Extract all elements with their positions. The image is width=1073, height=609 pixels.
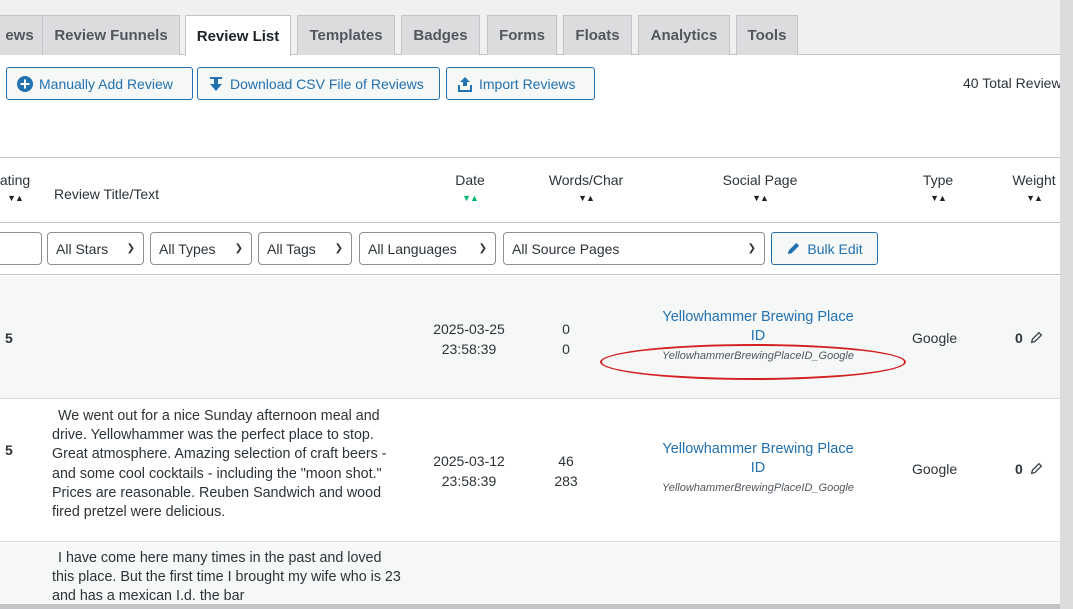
row-char-count: 283 xyxy=(554,473,578,489)
types-filter-value: All Types xyxy=(159,240,216,257)
column-rating-label: ating xyxy=(0,172,31,188)
vertical-scrollbar[interactable] xyxy=(1060,0,1073,609)
tab-review-funnels[interactable]: Review Funnels xyxy=(42,15,180,55)
rating-filter-input[interactable] xyxy=(0,232,42,265)
table-row[interactable]: 5 2025-03-25 23:58:39 0 0 Yellowhammer B… xyxy=(0,276,1060,399)
column-type[interactable]: Type ▼▲ xyxy=(915,172,961,203)
table-row[interactable]: 5 We went out for a nice Sunday afternoo… xyxy=(0,399,1060,542)
chevron-down-icon: ❯ xyxy=(747,243,756,254)
row-date-day: 2025-03-25 xyxy=(433,321,505,337)
import-reviews-label: Import Reviews xyxy=(479,75,576,92)
sort-arrows-active-icon: ▼▲ xyxy=(462,193,479,203)
row-date: 2025-03-25 23:58:39 xyxy=(424,319,514,359)
row-word-count: 46 xyxy=(558,453,574,469)
stars-filter-value: All Stars xyxy=(56,240,109,257)
tags-filter-select[interactable]: All Tags ❯ xyxy=(258,232,352,265)
tab-review-list[interactable]: Review List xyxy=(185,15,291,56)
row-weight-value: 0 xyxy=(1015,330,1023,346)
column-social[interactable]: Social Page ▼▲ xyxy=(700,172,820,203)
filter-row: All Stars ❯ All Types ❯ All Tags ❯ All Lang… xyxy=(0,223,1060,275)
stars-filter-select[interactable]: All Stars ❯ xyxy=(47,232,144,265)
row-weight-value: 0 xyxy=(1015,461,1023,477)
sort-arrows-icon: ▼▲ xyxy=(578,193,595,203)
bulk-edit-button[interactable]: Bulk Edit xyxy=(771,232,878,265)
download-csv-button[interactable]: Download CSV File of Reviews xyxy=(197,67,440,100)
social-page-link[interactable]: Yellowhammer Brewing Place ID xyxy=(640,440,876,478)
tab-reviews[interactable]: ews xyxy=(0,15,43,55)
sort-arrows-icon: ▼▲ xyxy=(752,193,769,203)
manually-add-review-label: Manually Add Review xyxy=(39,75,173,92)
manually-add-review-button[interactable]: Manually Add Review xyxy=(6,67,193,100)
sort-arrows-icon: ▼▲ xyxy=(1026,193,1043,203)
table-row[interactable]: I have come here many times in the past … xyxy=(0,543,1060,604)
chevron-down-icon: ❯ xyxy=(234,243,243,254)
column-weight[interactable]: Weight ▼▲ xyxy=(1006,172,1060,203)
tags-filter-value: All Tags xyxy=(267,240,316,257)
upload-icon xyxy=(457,76,473,92)
download-icon xyxy=(208,76,224,92)
social-page-id: YellowhammerBrewingPlaceID_Google xyxy=(662,482,854,494)
row-words: 0 0 xyxy=(546,319,586,359)
row-type: Google xyxy=(912,461,958,477)
source-pages-filter-value: All Source Pages xyxy=(512,240,620,257)
row-review-text: We went out for a nice Sunday afternoon … xyxy=(52,408,387,521)
row-date: 2025-03-12 23:58:39 xyxy=(424,451,514,491)
chevron-down-icon: ❯ xyxy=(334,243,343,254)
row-words: 46 283 xyxy=(546,451,586,491)
import-reviews-button[interactable]: Import Reviews xyxy=(446,67,595,100)
sort-arrows-icon: ▼▲ xyxy=(930,193,947,203)
tab-forms[interactable]: Forms xyxy=(487,15,557,55)
download-csv-label: Download CSV File of Reviews xyxy=(230,75,424,92)
source-pages-filter-select[interactable]: All Source Pages ❯ xyxy=(503,232,765,265)
tab-analytics[interactable]: Analytics xyxy=(638,15,730,55)
column-words[interactable]: Words/Char ▼▲ xyxy=(536,172,636,203)
column-type-label: Type xyxy=(922,172,954,188)
sort-arrows-icon: ▼▲ xyxy=(7,193,24,203)
column-rating[interactable]: ating ▼▲ xyxy=(0,172,32,203)
row-review-text: I have come here many times in the past … xyxy=(52,550,401,604)
pencil-icon xyxy=(786,241,801,256)
column-date-label: Date xyxy=(455,172,485,188)
row-date-day: 2025-03-12 xyxy=(433,453,505,469)
row-date-time: 23:58:39 xyxy=(441,341,497,357)
bottom-border xyxy=(0,604,1060,609)
review-list-page: ews Review Funnels Review List Templates… xyxy=(0,0,1060,604)
tab-badges[interactable]: Badges xyxy=(401,15,480,55)
social-page-id: YellowhammerBrewingPlaceID_Google xyxy=(662,350,854,362)
social-page-link[interactable]: Yellowhammer Brewing Place ID xyxy=(640,308,876,346)
column-social-label: Social Page xyxy=(722,172,798,188)
row-type: Google xyxy=(912,330,958,346)
row-char-count: 0 xyxy=(562,341,570,357)
row-weight[interactable]: 0 xyxy=(1015,330,1043,347)
row-rating: 5 xyxy=(5,442,13,458)
column-words-label: Words/Char xyxy=(548,172,624,188)
languages-filter-value: All Languages xyxy=(368,240,457,257)
row-social-page: Yellowhammer Brewing Place ID Yellowhamme… xyxy=(640,440,876,494)
plus-circle-icon xyxy=(17,75,33,92)
table-header: ating ▼▲ Review Title/Text Date ▼▲ Words… xyxy=(0,157,1060,223)
tab-tools[interactable]: Tools xyxy=(736,15,798,55)
pencil-icon[interactable] xyxy=(1030,462,1043,478)
column-weight-label: Weight xyxy=(1012,172,1056,188)
pencil-icon[interactable] xyxy=(1030,331,1043,347)
bulk-edit-label: Bulk Edit xyxy=(807,240,863,257)
chevron-down-icon: ❯ xyxy=(478,243,487,254)
row-rating: 5 xyxy=(5,330,13,346)
row-date-time: 23:58:39 xyxy=(441,473,497,489)
total-reviews-count: 40 Total Review xyxy=(963,75,1060,91)
column-date[interactable]: Date ▼▲ xyxy=(448,172,492,203)
languages-filter-select[interactable]: All Languages ❯ xyxy=(359,232,496,265)
row-weight[interactable]: 0 xyxy=(1015,461,1043,478)
tab-floats[interactable]: Floats xyxy=(563,15,632,55)
types-filter-select[interactable]: All Types ❯ xyxy=(150,232,252,265)
tab-templates[interactable]: Templates xyxy=(297,15,395,55)
tab-bar: ews Review Funnels Review List Templates… xyxy=(0,0,1060,56)
chevron-down-icon: ❯ xyxy=(126,243,135,254)
row-social-page: Yellowhammer Brewing Place ID Yellowhamme… xyxy=(640,308,876,362)
row-word-count: 0 xyxy=(562,321,570,337)
column-title: Review Title/Text xyxy=(54,186,160,202)
